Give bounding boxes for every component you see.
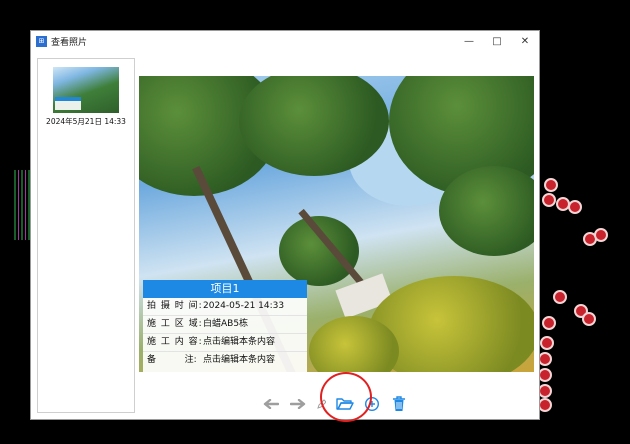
background-desktop-artifact [582, 312, 596, 326]
background-desktop-artifact [540, 336, 554, 350]
background-desktop-artifact [542, 193, 556, 207]
photo-info-box[interactable]: 项目1 拍 摄 时 间: 2024-05-21 14:33 施 工 区 域: 白… [143, 280, 307, 372]
thumbnail-caption: 2024年5月21日 14:33 [46, 117, 126, 126]
info-row[interactable]: 施 工 区 域: 白蜡AB5栋 [143, 316, 307, 334]
arrow-right-icon [289, 399, 305, 409]
info-value: 点击编辑本条内容 [203, 355, 276, 365]
maximize-button[interactable]: □ [483, 31, 511, 52]
minimize-button[interactable]: — [455, 31, 483, 52]
background-desktop-artifact [538, 368, 552, 382]
info-value: 2024-05-21 14:33 [203, 301, 285, 311]
title-bar[interactable]: ⊞ 查看照片 — □ ✕ [31, 31, 539, 52]
background-desktop-artifact [538, 398, 552, 412]
info-value: 白蜡AB5栋 [203, 319, 249, 329]
photo-tree-foliage [439, 166, 534, 256]
background-desktop-artifact [538, 352, 552, 366]
info-label: 备 注: [147, 355, 197, 365]
background-desktop-artifact [542, 316, 556, 330]
info-row[interactable]: 施 工 内 容: 点击编辑本条内容 [143, 334, 307, 352]
delete-button[interactable] [385, 393, 412, 415]
thumbnail-item[interactable]: 2024年5月21日 14:33 [46, 67, 126, 127]
photo-preview: 项目1 拍 摄 时 间: 2024-05-21 14:33 施 工 区 域: 白… [139, 76, 534, 372]
photo-viewer-window: ⊞ 查看照片 — □ ✕ 2024年5月21日 14:33 项目1 拍 摄 时 … [30, 30, 540, 420]
info-label: 施 工 区 域: [147, 319, 203, 329]
previous-button[interactable] [257, 393, 284, 415]
background-desktop-artifact [594, 228, 608, 242]
close-button[interactable]: ✕ [511, 31, 539, 52]
trash-icon [392, 396, 405, 411]
info-label: 施 工 内 容: [147, 337, 203, 347]
window-title: 查看照片 [51, 38, 88, 48]
highlight-annotation-circle [320, 372, 372, 422]
info-row[interactable]: 备 注: 点击编辑本条内容 [143, 352, 307, 369]
thumbnail-list[interactable]: 2024年5月21日 14:33 [37, 58, 135, 413]
info-box-title: 项目1 [143, 280, 307, 298]
background-desktop-artifact [568, 200, 582, 214]
info-row[interactable]: 拍 摄 时 间: 2024-05-21 14:33 [143, 298, 307, 316]
next-button[interactable] [284, 393, 311, 415]
background-desktop-artifact [544, 178, 558, 192]
background-desktop-artifact [538, 384, 552, 398]
app-icon: ⊞ [36, 36, 47, 47]
thumbnail-image[interactable] [53, 67, 119, 113]
thumbnail-info-overlay [55, 97, 81, 110]
arrow-left-icon [263, 399, 279, 409]
info-label: 拍 摄 时 间: [147, 301, 203, 311]
info-value: 点击编辑本条内容 [203, 337, 276, 347]
background-desktop-artifact [553, 290, 567, 304]
